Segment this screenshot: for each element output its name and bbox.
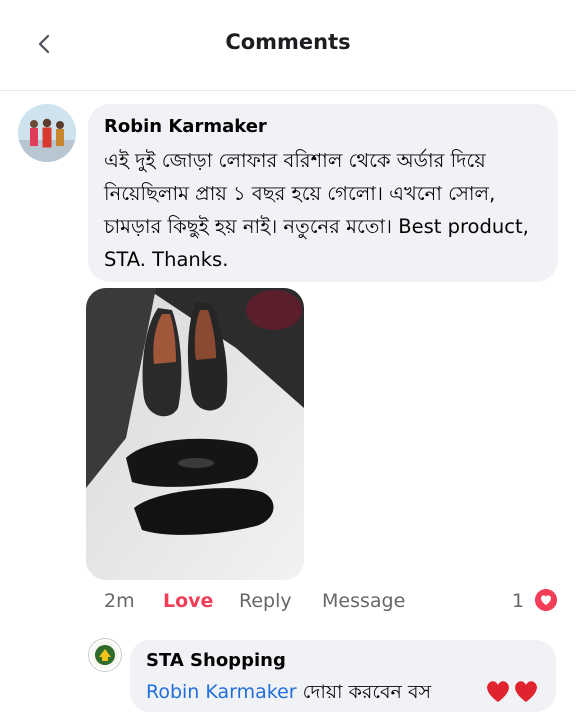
reaction-count[interactable]: 1 — [512, 590, 524, 612]
reply-mention[interactable]: Robin Karmaker — [146, 681, 297, 703]
comment-timestamp: 2m — [104, 590, 135, 612]
commenter-avatar[interactable] — [18, 104, 76, 162]
reply-button[interactable]: Reply — [239, 590, 292, 612]
sta-shopping-avatar[interactable] — [88, 638, 122, 672]
comment-author[interactable]: Robin Karmaker — [104, 116, 267, 137]
comment-bubble: Robin Karmaker এই দুই জোড়া লোফার বরিশাল… — [88, 104, 558, 282]
love-reaction-button[interactable]: Love — [163, 590, 213, 612]
comment-photo[interactable] — [86, 288, 304, 580]
reply-author[interactable]: STA Shopping — [146, 650, 286, 671]
reply-text: Robin Karmaker দোয়া করবেন বস — [146, 678, 431, 710]
reply-bubble: STA Shopping Robin Karmaker দোয়া করবেন … — [130, 640, 556, 712]
red-hearts-emoji-icon — [487, 681, 537, 702]
comment-text: এই দুই জোড়া লোফার বরিশাল থেকে অর্ডার দি… — [104, 149, 529, 271]
heart-reaction-icon[interactable] — [535, 589, 557, 611]
message-button[interactable]: Message — [322, 590, 405, 612]
header-bar: Comments — [0, 0, 576, 91]
reply-message: দোয়া করবেন বস — [296, 681, 432, 703]
page-title: Comments — [225, 30, 351, 54]
